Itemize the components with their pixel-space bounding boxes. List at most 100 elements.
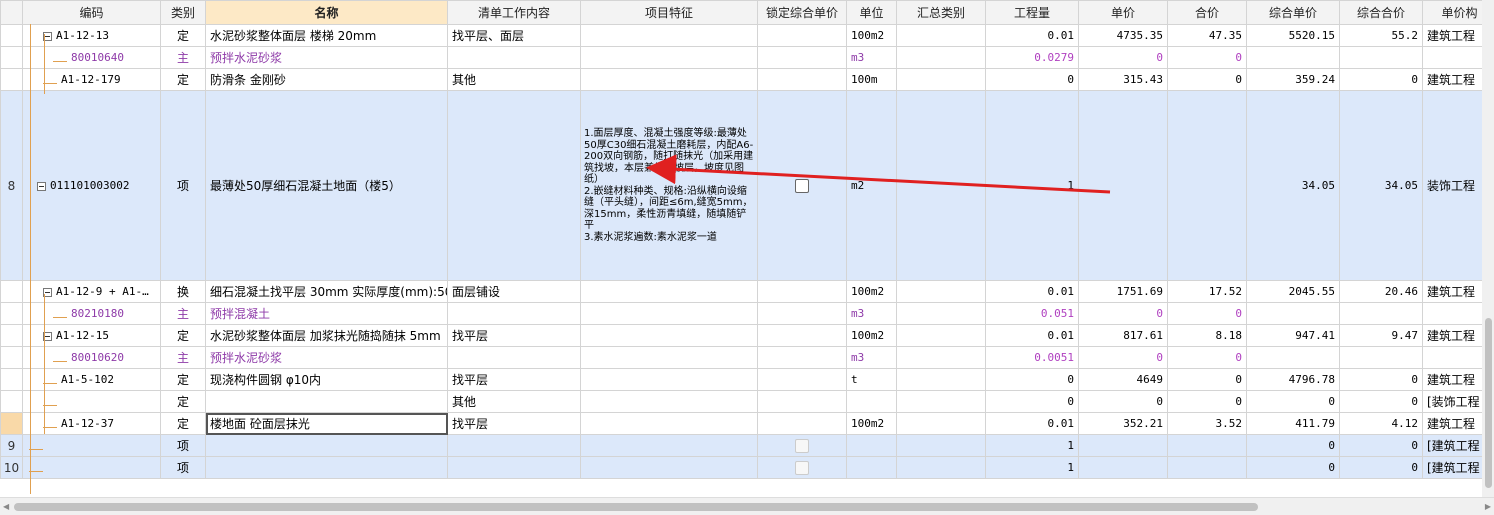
summary-cell[interactable] [896,390,986,413]
cprice-cell[interactable] [1246,46,1340,69]
unit-cell[interactable]: m3 [846,302,897,325]
code-cell[interactable]: 011101003002 [22,90,161,281]
last-cell[interactable]: 装饰工程 [1422,90,1482,281]
table-row[interactable]: 80210180 主 预拌混凝土 m3 0.051 0 0 [0,302,1482,325]
unit-cell[interactable]: m3 [846,346,897,369]
price-cell[interactable]: 0 [1078,302,1168,325]
lock-cell[interactable] [757,46,847,69]
price-cell[interactable]: 0 [1078,46,1168,69]
qty-cell[interactable]: 0.0279 [985,46,1079,69]
summary-cell[interactable] [896,24,986,47]
name-cell[interactable]: 预拌水泥砂浆 [205,346,448,369]
price-cell[interactable]: 4649 [1078,368,1168,391]
feature-cell[interactable] [580,280,758,303]
lock-cell[interactable] [757,302,847,325]
name-cell[interactable] [205,390,448,413]
price-cell[interactable]: 1751.69 [1078,280,1168,303]
lock-cell[interactable] [757,68,847,91]
header-price-structure[interactable]: 单价构 [1422,0,1482,25]
name-cell[interactable]: 细石混凝土找平层 30mm 实际厚度(mm):50 [205,280,448,303]
last-cell[interactable]: 建筑工程 [1422,324,1482,347]
collapse-icon[interactable] [37,181,46,191]
name-cell[interactable]: 最薄处50厚细石混凝土地面（楼5） [205,90,448,281]
feature-cell[interactable] [580,324,758,347]
unit-cell[interactable]: t [846,368,897,391]
price-cell[interactable]: 817.61 [1078,324,1168,347]
last-cell[interactable]: 建筑工程 [1422,24,1482,47]
feature-cell[interactable] [580,456,758,479]
last-cell[interactable]: [装饰工程 [1422,390,1482,413]
lock-cell[interactable] [757,324,847,347]
header-composite-price[interactable]: 综合单价 [1246,0,1340,25]
header-composite-total[interactable]: 综合合价 [1339,0,1423,25]
feature-cell[interactable] [580,368,758,391]
lock-checkbox[interactable] [795,460,809,475]
table-row-current[interactable]: A1-12-37 定 楼地面 砼面层抹光 找平层 100m2 0.01 352.… [0,412,1482,435]
last-cell[interactable]: [建筑工程 [1422,456,1482,479]
type-cell[interactable]: 主 [160,46,206,69]
table-row[interactable]: A1-12-179 定 防滑条 金刚砂 其他 100m 0 315.43 0 3… [0,68,1482,91]
type-cell[interactable]: 定 [160,412,206,435]
work-cell[interactable]: 其他 [447,68,581,91]
unit-cell[interactable]: 100m2 [846,412,897,435]
feature-cell[interactable] [580,412,758,435]
lock-cell[interactable] [757,456,847,479]
work-cell[interactable]: 其他 [447,390,581,413]
work-cell[interactable]: 找平层 [447,368,581,391]
unit-cell[interactable] [846,456,897,479]
cprice-cell[interactable] [1246,302,1340,325]
unit-cell[interactable]: 100m2 [846,324,897,347]
header-unit[interactable]: 单位 [846,0,897,25]
work-cell[interactable] [447,302,581,325]
qty-cell[interactable]: 1 [985,90,1079,281]
summary-cell[interactable] [896,368,986,391]
unit-cell[interactable]: 100m [846,68,897,91]
horizontal-scroll-thumb[interactable] [14,503,1258,511]
work-cell[interactable]: 找平层 [447,324,581,347]
qty-cell[interactable]: 1 [985,456,1079,479]
last-cell[interactable] [1422,302,1482,325]
header-type[interactable]: 类别 [160,0,206,25]
lock-cell[interactable] [757,368,847,391]
work-cell[interactable] [447,346,581,369]
work-cell[interactable]: 找平层 [447,412,581,435]
code-cell[interactable] [22,456,161,479]
last-cell[interactable]: 建筑工程 [1422,412,1482,435]
last-cell[interactable] [1422,346,1482,369]
cprice-cell[interactable]: 4796.78 [1246,368,1340,391]
scroll-left-icon[interactable]: ◀ [3,502,9,511]
lock-cell[interactable] [757,346,847,369]
type-cell[interactable]: 定 [160,324,206,347]
lock-cell[interactable] [757,434,847,457]
type-cell[interactable]: 项 [160,456,206,479]
work-cell[interactable] [447,90,581,281]
price-cell[interactable] [1078,90,1168,281]
feature-cell[interactable] [580,68,758,91]
name-cell[interactable]: 预拌水泥砂浆 [205,46,448,69]
unit-cell[interactable]: 100m2 [846,280,897,303]
name-cell[interactable]: 预拌混凝土 [205,302,448,325]
table-row-item-8[interactable]: 8 011101003002 项 最薄处50厚细石混凝土地面（楼5） 1.面层厚… [0,90,1482,281]
header-lock-price[interactable]: 锁定综合单价 [757,0,847,25]
qty-cell[interactable]: 0.0051 [985,346,1079,369]
work-cell[interactable] [447,434,581,457]
lock-cell[interactable] [757,280,847,303]
name-cell[interactable]: 防滑条 金刚砂 [205,68,448,91]
price-cell[interactable]: 0 [1078,346,1168,369]
cprice-cell[interactable]: 0 [1246,434,1340,457]
summary-cell[interactable] [896,90,986,281]
cprice-cell[interactable]: 411.79 [1246,412,1340,435]
type-cell[interactable]: 定 [160,68,206,91]
name-cell[interactable] [205,456,448,479]
price-cell[interactable] [1078,456,1168,479]
price-cell[interactable]: 0 [1078,390,1168,413]
feature-cell[interactable] [580,434,758,457]
cprice-cell[interactable]: 0 [1246,456,1340,479]
table-row[interactable]: A1-12-9 + A1-… 换 细石混凝土找平层 30mm 实际厚度(mm):… [0,280,1482,303]
last-cell[interactable] [1422,46,1482,69]
qty-cell[interactable]: 0.051 [985,302,1079,325]
cprice-cell[interactable]: 5520.15 [1246,24,1340,47]
header-summary-type[interactable]: 汇总类别 [896,0,986,25]
header-code[interactable]: 编码 [22,0,161,25]
name-cell-selected[interactable]: 楼地面 砼面层抹光 [205,412,448,435]
